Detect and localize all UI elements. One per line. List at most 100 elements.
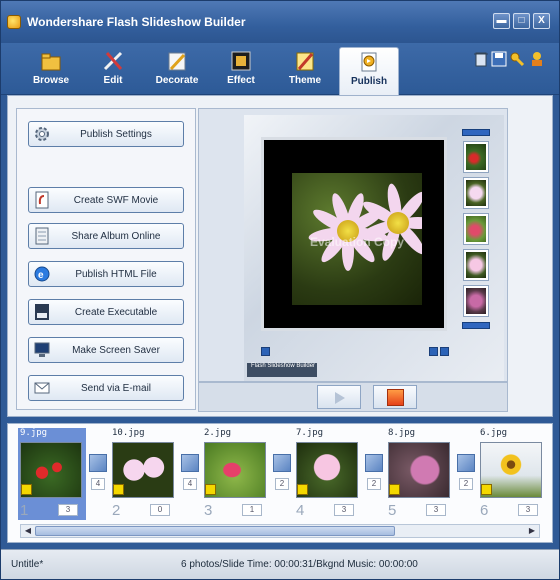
help-icon[interactable] [529, 51, 545, 67]
slide-duration[interactable]: 3 [426, 504, 446, 516]
tab-browse[interactable]: Browse [21, 47, 81, 95]
transition[interactable]: 4 [88, 454, 108, 514]
slide-duration[interactable]: 3 [518, 504, 538, 516]
browser-icon: e [33, 265, 51, 283]
create-executable-button[interactable]: Create Executable [28, 299, 184, 325]
slide-filename: 7.jpg [296, 428, 324, 438]
screen-saver-button[interactable]: Make Screen Saver [28, 337, 184, 363]
brand-label: Flash Slideshow Builder [247, 363, 317, 377]
storyboard-scrollbar[interactable]: ◀ ▶ [20, 524, 540, 538]
transition-icon [181, 454, 199, 472]
slide-duration[interactable]: 1 [242, 504, 262, 516]
theme-icon [293, 49, 317, 73]
prev-page-icon[interactable] [261, 347, 270, 356]
app-logo-icon [7, 15, 21, 29]
storyboard-slide[interactable]: 9.jpg 1 3 [18, 428, 86, 520]
slide-filename: 9.jpg [20, 428, 48, 438]
tab-label: Decorate [155, 75, 199, 86]
transition-icon [365, 454, 383, 472]
scrollbar-thumb[interactable] [35, 526, 395, 536]
album-icon [33, 227, 51, 245]
watermark-text: Evaluation Copy [310, 235, 405, 249]
scroll-right-icon[interactable]: ▶ [526, 526, 538, 536]
tab-label: Edit [103, 75, 123, 86]
browse-icon [39, 49, 63, 73]
transition[interactable]: 2 [272, 454, 292, 514]
preview-thumb[interactable] [464, 250, 488, 280]
tab-label: Theme [288, 75, 322, 86]
storyboard-slide[interactable]: 7.jpg 4 3 [294, 428, 362, 520]
transition-icon [89, 454, 107, 472]
effect-wand-icon[interactable] [481, 484, 492, 495]
tab-edit[interactable]: Edit [83, 47, 143, 95]
slide-filename: 10.jpg [112, 428, 145, 438]
exe-icon [33, 303, 51, 321]
title-bar: Wondershare Flash Slideshow Builder ▬ □ … [1, 1, 559, 43]
transition-duration[interactable]: 2 [275, 478, 289, 490]
preview-thumb[interactable] [464, 286, 488, 316]
effect-wand-icon[interactable] [205, 484, 216, 495]
edit-icon [101, 49, 125, 73]
preview-thumb[interactable] [464, 178, 488, 208]
transition-duration[interactable]: 4 [91, 478, 105, 490]
tools-icon[interactable] [509, 51, 525, 67]
tab-theme[interactable]: Theme [275, 47, 335, 95]
preview-thumb[interactable] [464, 214, 488, 244]
transition[interactable]: 4 [180, 454, 200, 514]
flash-file-icon [33, 191, 51, 209]
effect-wand-icon[interactable] [297, 484, 308, 495]
preview-panel: Evaluation Copy Flash Slideshow Builder [198, 108, 508, 382]
create-swf-button[interactable]: Create SWF Movie [28, 187, 184, 213]
tab-decorate[interactable]: Decorate [147, 47, 207, 95]
slideshow-summary: 6 photos/Slide Time: 00:00:31/Bkgnd Musi… [181, 559, 418, 570]
scroll-down-icon[interactable] [462, 322, 490, 329]
send-email-button[interactable]: Send via E-mail [28, 375, 184, 401]
next-slide-icon[interactable] [440, 347, 449, 356]
slide-photo: Evaluation Copy [292, 173, 422, 305]
slide-filename: 2.jpg [204, 428, 232, 438]
play-button[interactable] [317, 385, 361, 409]
scroll-up-icon[interactable] [462, 129, 490, 136]
slide-frame: Evaluation Copy [261, 137, 447, 331]
transition-duration[interactable]: 2 [459, 478, 473, 490]
slide-filename: 8.jpg [388, 428, 416, 438]
scroll-left-icon[interactable]: ◀ [22, 526, 34, 536]
app-window: Wondershare Flash Slideshow Builder ▬ □ … [0, 0, 560, 580]
preview-thumb[interactable] [464, 142, 488, 172]
transition-duration[interactable]: 4 [183, 478, 197, 490]
tab-label: Browse [32, 75, 70, 86]
storyboard-slide[interactable]: 8.jpg 5 3 [386, 428, 454, 520]
storyboard-slide[interactable]: 6.jpg 6 3 [478, 428, 546, 520]
minimize-button[interactable]: ▬ [493, 13, 510, 29]
recycle-icon[interactable] [473, 51, 489, 67]
slide-duration[interactable]: 3 [334, 504, 354, 516]
transition[interactable]: 2 [456, 454, 476, 514]
transition[interactable]: 2 [364, 454, 384, 514]
transition-duration[interactable]: 2 [367, 478, 381, 490]
effect-wand-icon[interactable] [113, 484, 124, 495]
effect-wand-icon[interactable] [21, 484, 32, 495]
storyboard-slide[interactable]: 10.jpg 2 0 [110, 428, 178, 520]
slide-duration[interactable]: 0 [150, 504, 170, 516]
slide-index: 5 [388, 502, 397, 519]
tab-label: Effect [227, 75, 255, 86]
tab-publish[interactable]: Publish [339, 47, 399, 96]
maximize-button[interactable]: □ [513, 13, 530, 29]
publish-options-panel: Publish Settings Create SWF Movie Share … [16, 108, 196, 410]
storyboard-slide[interactable]: 2.jpg 3 1 [202, 428, 270, 520]
publish-settings-button[interactable]: Publish Settings [28, 121, 184, 147]
tab-effect[interactable]: Effect [211, 47, 271, 95]
close-button[interactable]: X [533, 13, 550, 29]
publish-html-button[interactable]: e Publish HTML File [28, 261, 184, 287]
slide-duration[interactable]: 3 [58, 504, 78, 516]
stop-button[interactable] [373, 385, 417, 409]
save-icon[interactable] [491, 51, 507, 67]
slide-filename: 6.jpg [480, 428, 508, 438]
thumbnail-strip [460, 129, 492, 355]
email-icon [33, 379, 51, 397]
prev-slide-icon[interactable] [429, 347, 438, 356]
slide-index: 6 [480, 502, 489, 519]
share-album-button[interactable]: Share Album Online [28, 223, 184, 249]
effect-wand-icon[interactable] [389, 484, 400, 495]
slide-index: 1 [20, 502, 29, 519]
